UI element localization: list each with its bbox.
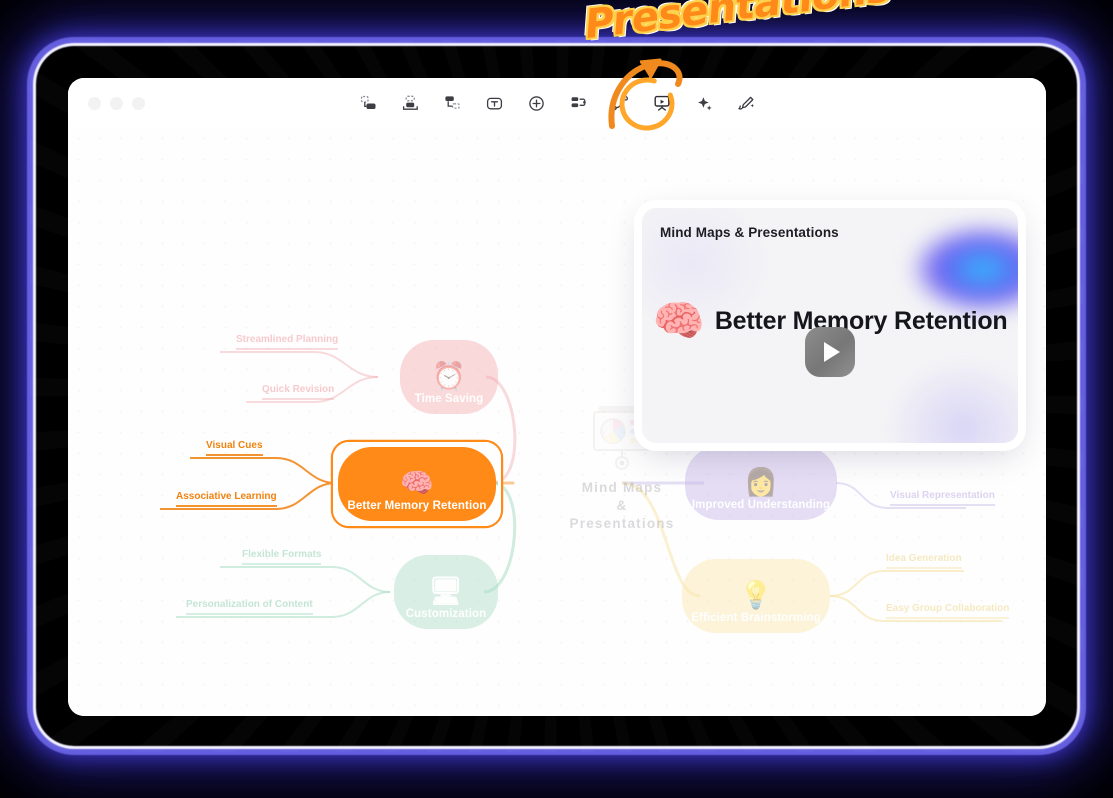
person-with-idea-icon: 👩 bbox=[744, 467, 778, 497]
presentation-preview-card[interactable]: Mind Maps & Presentations 🧠 Better Memor… bbox=[642, 208, 1018, 443]
traffic-lights bbox=[88, 96, 145, 110]
card-gradient-bottom bbox=[858, 333, 1018, 443]
brain-in-hands-icon: 🧠 bbox=[652, 297, 705, 344]
add-node-icon[interactable] bbox=[522, 89, 550, 117]
outline-icon[interactable] bbox=[564, 89, 592, 117]
close-button[interactable] bbox=[88, 96, 101, 110]
toolbar bbox=[68, 78, 1046, 128]
clock-icon: ⏰ bbox=[432, 361, 466, 391]
node-time-saving[interactable]: ⏰ Time Saving bbox=[400, 340, 498, 414]
card-title: Mind Maps & Presentations bbox=[660, 225, 839, 240]
leaf-personalization-of-content[interactable]: Personalization of Content bbox=[186, 599, 313, 615]
root-label: Mind Maps & Presentations bbox=[569, 480, 675, 532]
brainstorm-cloud-icon: 💡 bbox=[739, 580, 773, 610]
leaf-streamlined-planning[interactable]: Streamlined Planning bbox=[236, 334, 339, 350]
leaf-associative-learning[interactable]: Associative Learning bbox=[176, 491, 277, 507]
magic-brush-icon[interactable] bbox=[732, 89, 760, 117]
brain-in-hands-icon: 🧠 bbox=[400, 468, 434, 498]
title-bar bbox=[68, 78, 1046, 129]
leaf-easy-group-collaboration[interactable]: Easy Group Collaboration bbox=[886, 603, 1010, 619]
presentation-icon[interactable] bbox=[648, 89, 676, 117]
node-efficient-brainstorming[interactable]: 💡 Efficient Brainstorming bbox=[682, 559, 830, 633]
leaf-visual-representation[interactable]: Visual Representation bbox=[890, 490, 995, 506]
node-label: Efficient Brainstorming bbox=[691, 612, 821, 624]
play-button[interactable] bbox=[805, 327, 855, 377]
node-better-memory-retention[interactable]: 🧠 Better Memory Retention bbox=[338, 447, 496, 521]
tree-layout-icon[interactable] bbox=[438, 89, 466, 117]
settings-panel-icon: 🖥 bbox=[428, 576, 464, 606]
text-icon[interactable] bbox=[480, 89, 508, 117]
mindmap-canvas[interactable]: Mind Maps & Presentations ⏰ Time Saving … bbox=[68, 128, 1046, 716]
ai-sparkle-icon[interactable] bbox=[690, 89, 718, 117]
leaf-flexible-formats[interactable]: Flexible Formats bbox=[242, 549, 322, 565]
node-label: Improved Understanding bbox=[691, 499, 831, 511]
node-label: Better Memory Retention bbox=[347, 500, 487, 512]
node-label: Time Saving bbox=[414, 393, 484, 405]
screenshot-root: Mind Maps & Presentations ⏰ Time Saving … bbox=[0, 0, 1113, 798]
node-label: Customization bbox=[405, 608, 487, 620]
minimize-button[interactable] bbox=[110, 96, 123, 110]
layout-bottom-icon[interactable] bbox=[396, 89, 424, 117]
node-customization[interactable]: 🖥 Customization bbox=[394, 555, 498, 629]
leaf-visual-cues[interactable]: Visual Cues bbox=[206, 440, 263, 456]
node-improved-understanding[interactable]: 👩 Improved Understanding bbox=[685, 446, 837, 520]
leaf-idea-generation[interactable]: Idea Generation bbox=[886, 553, 962, 569]
maximize-button[interactable] bbox=[132, 96, 145, 110]
card-slide-heading: Better Memory Retention bbox=[714, 306, 1008, 335]
relationship-icon[interactable] bbox=[606, 89, 634, 117]
annotation-callout-text: Presentations bbox=[582, 0, 893, 48]
play-icon bbox=[824, 342, 840, 362]
layout-right-icon[interactable] bbox=[354, 89, 382, 117]
leaf-quick-revision[interactable]: Quick Revision bbox=[262, 384, 335, 400]
app-window: Mind Maps & Presentations ⏰ Time Saving … bbox=[68, 78, 1046, 716]
